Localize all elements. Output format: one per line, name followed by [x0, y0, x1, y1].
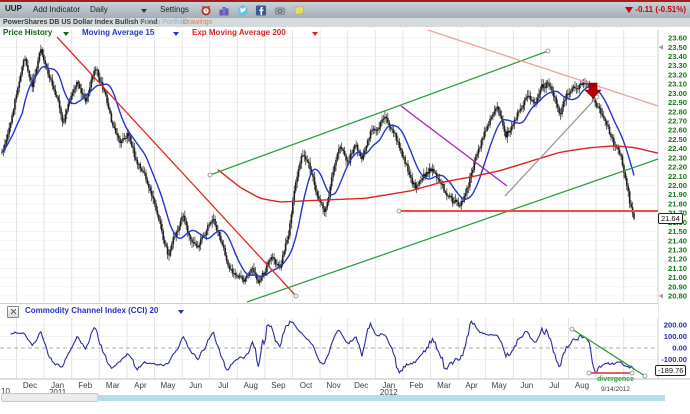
add-to-portfolio-link[interactable]: Add to Portfolio — [140, 19, 188, 26]
alarm-icon[interactable] — [200, 5, 212, 16]
svg-text:Nov: Nov — [326, 381, 340, 390]
svg-text:22.70: 22.70 — [668, 117, 687, 126]
svg-text:Feb: Feb — [78, 381, 92, 390]
change-text: -0.11 (-0.51%) — [635, 5, 686, 14]
svg-text:22.60: 22.60 — [668, 126, 687, 135]
chevron-down-icon[interactable] — [141, 9, 147, 13]
svg-text:21.10: 21.10 — [668, 264, 687, 273]
add-indicator-button[interactable]: Add Indicator — [33, 5, 80, 14]
svg-text:23.10: 23.10 — [668, 80, 687, 89]
svg-text:Feb: Feb — [410, 381, 424, 390]
svg-text:Mar: Mar — [106, 381, 120, 390]
last-price-label: 21.64 — [658, 213, 683, 224]
svg-text:Dec: Dec — [354, 381, 368, 390]
price-change: -0.11 (-0.51%) — [625, 5, 686, 14]
fund-name: PowerShares DB US Dollar Index Bullish F… — [3, 19, 157, 26]
cci-panel-header: Commodity Channel Index (CCI) 20 — [0, 303, 658, 318]
main-toolbar: UUP Add Indicator Daily Settings — [0, 2, 690, 19]
last-date-label: 9/14/2012 — [601, 386, 630, 393]
divergence-label: divergence — [597, 376, 634, 383]
svg-text:23.00: 23.00 — [668, 89, 687, 98]
chevron-down-icon[interactable] — [173, 32, 179, 36]
svg-text:Jul: Jul — [549, 381, 559, 390]
svg-text:Aug: Aug — [244, 381, 258, 390]
chevron-down-icon[interactable] — [178, 310, 184, 314]
svg-text:May: May — [160, 381, 175, 390]
svg-text:22.00: 22.00 — [668, 181, 687, 190]
app-window: UUP Add Indicator Daily Settings — [0, 0, 690, 414]
svg-text:Sep: Sep — [271, 381, 286, 390]
svg-text:Jun: Jun — [520, 381, 533, 390]
time-scrollbar[interactable] — [0, 393, 690, 402]
subheader-row: PowerShares DB US Dollar Index Bullish F… — [0, 18, 690, 27]
svg-text:Jul: Jul — [218, 381, 228, 390]
svg-text:Oct: Oct — [300, 381, 313, 390]
drawings-link[interactable]: Drawings — [183, 19, 212, 26]
ma15-dropdown[interactable]: Moving Average 15 — [82, 28, 154, 37]
note-icon[interactable] — [293, 5, 305, 16]
cci-last-value-label: -189.76 — [655, 365, 686, 376]
svg-text:22.80: 22.80 — [668, 107, 687, 116]
svg-text:22.50: 22.50 — [668, 135, 687, 144]
svg-text:20.80: 20.80 — [668, 292, 687, 301]
svg-text:23.40: 23.40 — [668, 52, 687, 61]
svg-text:Aug: Aug — [575, 381, 589, 390]
svg-text:23.30: 23.30 — [668, 61, 687, 70]
svg-text:21.20: 21.20 — [668, 255, 687, 264]
svg-text:22.20: 22.20 — [668, 163, 687, 172]
svg-text:21.40: 21.40 — [668, 236, 687, 245]
price-history-dropdown[interactable]: Price History — [3, 28, 52, 37]
svg-text:21.00: 21.00 — [668, 273, 687, 282]
cci-indicator-dropdown[interactable]: Commodity Channel Index (CCI) 20 — [25, 306, 158, 315]
svg-text:22.90: 22.90 — [668, 98, 687, 107]
indicator-row: Price History Moving Average 15 Exp Movi… — [0, 27, 690, 38]
svg-text:Apr: Apr — [465, 381, 478, 390]
close-icon[interactable] — [7, 306, 19, 318]
svg-text:21.50: 21.50 — [668, 227, 687, 236]
twitter-icon[interactable] — [237, 5, 249, 16]
settings-button[interactable]: Settings — [160, 5, 189, 14]
svg-text:May: May — [492, 381, 507, 390]
svg-text:200.00: 200.00 — [664, 321, 687, 330]
svg-text:Jun: Jun — [189, 381, 202, 390]
svg-text:Mar: Mar — [437, 381, 451, 390]
symbol-label[interactable]: UUP — [5, 4, 22, 13]
svg-text:21.80: 21.80 — [668, 199, 687, 208]
camera-icon[interactable] — [274, 5, 286, 16]
svg-text:23.20: 23.20 — [668, 70, 687, 79]
svg-text:Dec: Dec — [23, 381, 37, 390]
ema200-dropdown[interactable]: Exp Moving Average 200 — [192, 28, 286, 37]
svg-text:22.40: 22.40 — [668, 144, 687, 153]
svg-text:Apr: Apr — [134, 381, 147, 390]
down-arrow-icon — [625, 7, 633, 13]
svg-text:22.10: 22.10 — [668, 172, 687, 181]
chart-icon[interactable] — [218, 5, 230, 16]
facebook-icon[interactable] — [255, 5, 267, 16]
price-chart-canvas[interactable]: 23.6023.5023.4023.3023.2023.1023.0022.90… — [0, 0, 690, 414]
chevron-down-icon[interactable] — [63, 32, 69, 36]
svg-text:21.90: 21.90 — [668, 190, 687, 199]
timeframe-select[interactable]: Daily — [90, 5, 108, 14]
chevron-down-icon[interactable] — [312, 32, 318, 36]
svg-text:22.30: 22.30 — [668, 153, 687, 162]
svg-text:0.00: 0.00 — [672, 344, 687, 353]
svg-text:21.30: 21.30 — [668, 246, 687, 255]
svg-text:-100.00: -100.00 — [661, 355, 687, 364]
svg-text:20.90: 20.90 — [668, 282, 687, 291]
scrollbar-thumb[interactable] — [1, 393, 99, 402]
svg-text:100.00: 100.00 — [664, 332, 687, 341]
scrollbar-range[interactable] — [97, 395, 665, 401]
svg-text:23.50: 23.50 — [668, 43, 687, 52]
